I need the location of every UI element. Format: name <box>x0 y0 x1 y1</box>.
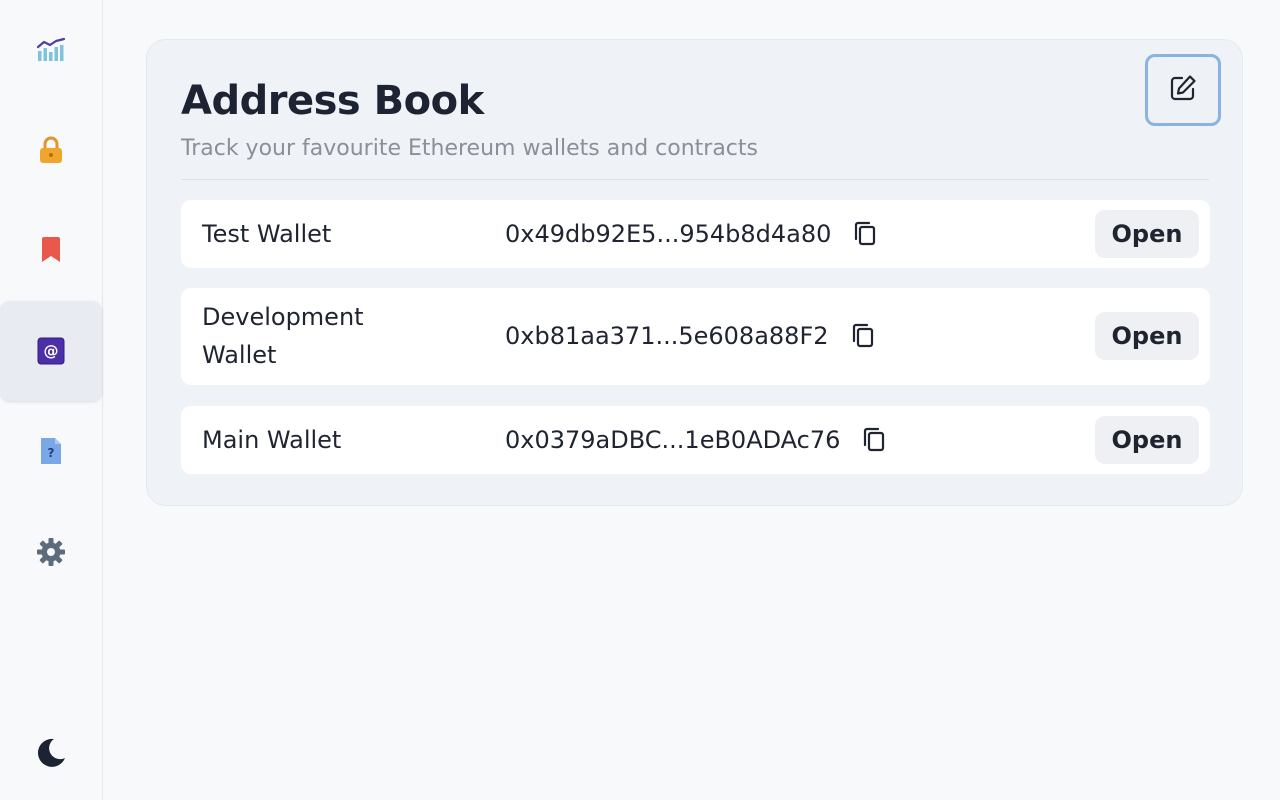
chart-icon <box>36 37 66 63</box>
sidebar-item-settings[interactable] <box>0 502 102 602</box>
sidebar: @ ? <box>0 0 103 800</box>
theme-toggle-button[interactable] <box>0 703 102 800</box>
at-address-icon: @ <box>37 337 65 365</box>
wallet-name: Development Wallet <box>202 303 364 369</box>
wallet-address: 0x49db92E5...954b8d4a80 <box>505 220 832 248</box>
sidebar-item-security[interactable] <box>0 100 102 200</box>
wallet-address: 0x0379aDBC...1eB0ADAc76 <box>505 426 841 454</box>
svg-text:@: @ <box>44 342 59 360</box>
app-window: @ ? Address Book Track your favourite Et… <box>0 0 1280 800</box>
gear-icon <box>36 537 66 567</box>
copy-icon[interactable] <box>853 221 877 247</box>
moon-icon <box>34 736 68 770</box>
sidebar-item-dashboard[interactable] <box>0 0 102 100</box>
open-button[interactable]: Open <box>1095 210 1199 258</box>
copy-icon[interactable] <box>862 427 886 453</box>
address-book-card: Address Book Track your favourite Ethere… <box>146 39 1243 506</box>
address-row-development-wallet: Development Wallet 0xb81aa371...5e608a88… <box>181 288 1210 385</box>
edit-icon <box>1168 73 1198 107</box>
svg-text:?: ? <box>48 446 55 460</box>
sidebar-item-bookmarks[interactable] <box>0 200 102 300</box>
open-button[interactable]: Open <box>1095 416 1199 464</box>
sidebar-item-address-book[interactable]: @ <box>0 301 102 401</box>
edit-button[interactable] <box>1145 54 1221 126</box>
open-button[interactable]: Open <box>1095 312 1199 360</box>
wallet-name: Test Wallet <box>202 220 332 248</box>
help-document-icon: ? <box>38 436 64 466</box>
bookmark-icon <box>40 236 62 264</box>
sidebar-item-help[interactable]: ? <box>0 401 102 501</box>
wallet-address-group: 0xb81aa371...5e608a88F2 <box>505 317 875 355</box>
address-row-test-wallet: Test Wallet 0x49db92E5...954b8d4a80 Open <box>181 200 1210 268</box>
address-row-main-wallet: Main Wallet 0x0379aDBC...1eB0ADAc76 Open <box>181 406 1210 474</box>
page-subtitle: Track your favourite Ethereum wallets an… <box>181 136 758 161</box>
wallet-address: 0xb81aa371...5e608a88F2 <box>505 322 829 350</box>
lock-icon <box>38 136 64 164</box>
wallet-address-group: 0x49db92E5...954b8d4a80 <box>505 215 877 253</box>
wallet-address-group: 0x0379aDBC...1eB0ADAc76 <box>505 421 886 459</box>
divider <box>181 179 1209 180</box>
wallet-name: Main Wallet <box>202 426 342 454</box>
page-title: Address Book <box>181 78 484 124</box>
copy-icon[interactable] <box>851 323 875 349</box>
